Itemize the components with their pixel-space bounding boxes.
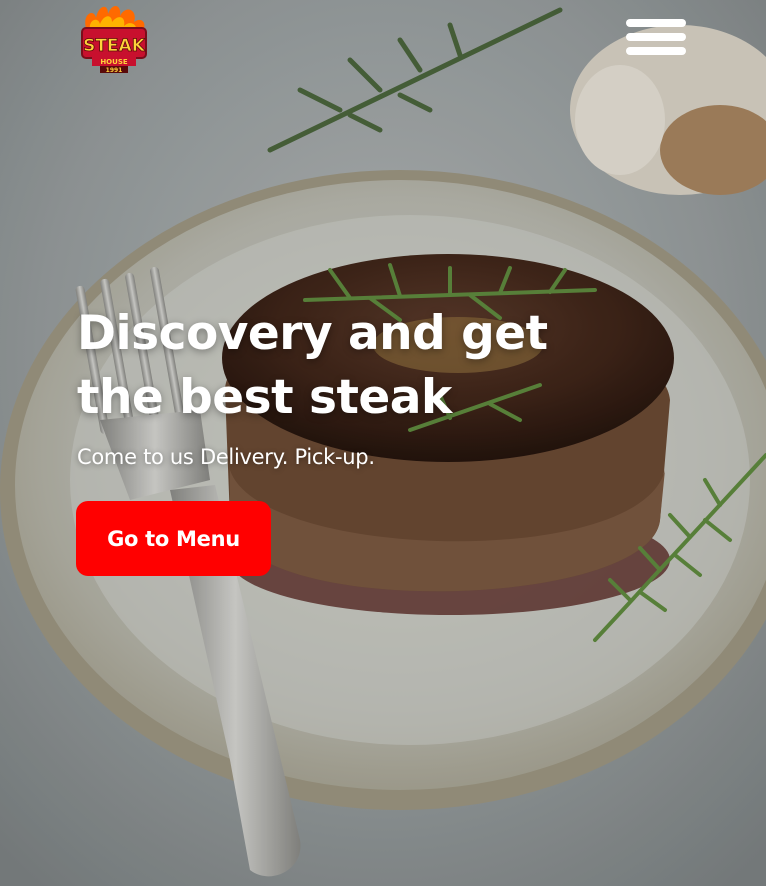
menu-bar-bottom <box>626 47 686 55</box>
steak-house-logo[interactable]: STEAK HOUSE 1991 <box>76 2 152 74</box>
hero-subtitle: Come to us Delivery. Pick-up. <box>77 445 375 469</box>
hero-headline: Discovery and get the best steak <box>77 302 637 430</box>
go-to-menu-button[interactable]: Go to Menu <box>76 501 271 576</box>
hamburger-menu-icon[interactable] <box>626 19 686 59</box>
svg-text:HOUSE: HOUSE <box>100 58 128 66</box>
svg-text:1991: 1991 <box>106 67 123 74</box>
hero-section: STEAK HOUSE 1991 Discovery and get the be… <box>0 0 766 886</box>
hero-headline-line2: the best steak <box>77 370 452 425</box>
svg-text:STEAK: STEAK <box>83 36 146 56</box>
hero-headline-line1: Discovery and get <box>77 306 548 361</box>
menu-bar-middle <box>626 33 686 41</box>
menu-bar-top <box>626 19 686 27</box>
